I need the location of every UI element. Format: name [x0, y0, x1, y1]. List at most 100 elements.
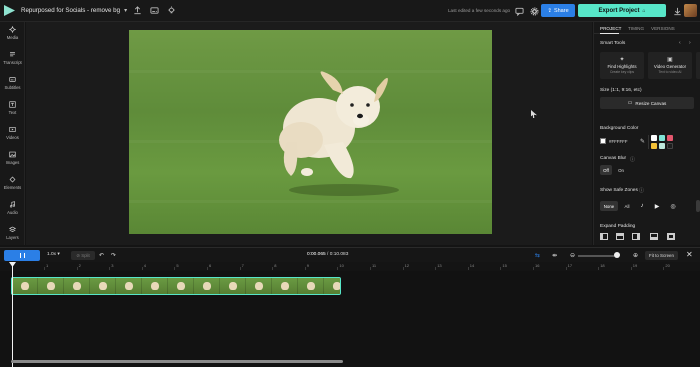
- upload-icon[interactable]: [130, 4, 144, 18]
- speed-select[interactable]: 1.0x ▾: [47, 252, 60, 257]
- video-preview[interactable]: [129, 30, 492, 234]
- export-project-button[interactable]: Export Project ⌂: [578, 4, 666, 17]
- share-button[interactable]: ⇪ Share: [541, 4, 575, 17]
- blur-off-option[interactable]: Off: [600, 165, 612, 175]
- sidebar-item-label: Media: [6, 35, 19, 40]
- sidebar-item-label: Transcript: [3, 60, 22, 65]
- zoom-out-icon[interactable]: ⊖: [570, 252, 575, 259]
- swatch-white[interactable]: [651, 135, 657, 141]
- top-bar: Repurposed for Socials - remove bg ▾ Las…: [0, 0, 700, 22]
- ruler-tick-mark: [141, 267, 143, 270]
- chevron-right-icon[interactable]: ›: [689, 40, 691, 46]
- sidebar-item-audio[interactable]: Audio: [0, 201, 25, 215]
- swatch-teal[interactable]: [659, 135, 665, 141]
- panel-scrollbar[interactable]: [696, 200, 700, 212]
- hex-color-field[interactable]: #FFFFFF: [600, 136, 630, 146]
- divider: [648, 135, 649, 149]
- ruler-tick-label: 2: [78, 263, 81, 268]
- settings-gear-icon[interactable]: [527, 4, 541, 18]
- zoom-slider-handle[interactable]: [614, 252, 620, 258]
- info-icon[interactable]: ⓘ: [630, 156, 635, 163]
- sidebar-item-label: Images: [5, 160, 20, 165]
- tab-timing[interactable]: TIMING: [628, 26, 644, 31]
- timeline-ruler[interactable]: 1 2 3 4 5 6 7 8 9 10 11 12 13 14 15 16 17 18 19 20: [0, 262, 700, 271]
- swatch-black[interactable]: [667, 143, 673, 149]
- swatch-mint[interactable]: [659, 143, 665, 149]
- next-card-peek[interactable]: [696, 52, 700, 79]
- undo-icon[interactable]: ↶: [99, 252, 104, 259]
- puppy-thumbnail-image: [281, 282, 289, 290]
- zoom-slider-track[interactable]: [578, 255, 618, 257]
- lightbulb-icon[interactable]: [164, 4, 178, 18]
- clip-thumbnail: [220, 278, 246, 294]
- swatch-red[interactable]: [667, 135, 673, 141]
- redo-icon[interactable]: ↷: [111, 252, 116, 259]
- video-clip[interactable]: [11, 277, 341, 295]
- ruler-tick-mark: [598, 267, 600, 270]
- tab-project[interactable]: PROJECT: [600, 26, 621, 31]
- timeline-scrollbar[interactable]: [11, 360, 343, 363]
- sidebar-item-images[interactable]: Images: [0, 151, 25, 165]
- app-logo-icon[interactable]: [4, 5, 15, 16]
- sidebar-item-transcript[interactable]: Transcript: [0, 51, 25, 65]
- eyedropper-icon[interactable]: ✎: [640, 138, 645, 145]
- ruler-tick-mark: [402, 267, 404, 270]
- video-generator-card[interactable]: ▣ Video Generator Text to video AI: [648, 52, 692, 79]
- clip-thumbnail: [12, 278, 38, 294]
- split-icon: ⊘: [76, 252, 80, 258]
- subtitles-toggle-icon[interactable]: [147, 4, 161, 18]
- pad-bottom-icon[interactable]: [650, 233, 658, 240]
- playhead[interactable]: [12, 263, 13, 367]
- project-title[interactable]: Repurposed for Socials - remove bg: [21, 7, 120, 14]
- sidebar-item-text[interactable]: Text: [0, 101, 25, 115]
- sidebar-item-media[interactable]: Media: [0, 26, 25, 40]
- fit-timeline-icon[interactable]: ⇹: [552, 252, 557, 259]
- ruler-tick-label: 18: [600, 263, 605, 268]
- ruler-tick-mark: [565, 267, 567, 270]
- waveform-toggle-icon[interactable]: ⇆: [535, 252, 540, 259]
- text-icon: [9, 101, 16, 108]
- pad-all-icon[interactable]: [667, 233, 675, 240]
- avatar[interactable]: [684, 4, 697, 17]
- pause-icon: [19, 253, 25, 258]
- youtube-icon[interactable]: ▶: [652, 201, 662, 211]
- resize-canvas-button[interactable]: ▭ Resize Canvas: [600, 97, 694, 109]
- ruler-tick-label: 16: [535, 263, 540, 268]
- close-icon[interactable]: ✕: [686, 250, 693, 259]
- ruler-tick-label: 13: [437, 263, 442, 268]
- puppy-thumbnail-image: [177, 282, 185, 290]
- sparkle-icon: ✦: [619, 57, 625, 63]
- instagram-icon[interactable]: ◎: [668, 201, 678, 211]
- tab-versions[interactable]: VERSIONS: [651, 26, 675, 31]
- chevron-down-icon[interactable]: ▾: [124, 7, 127, 14]
- ruler-tick-mark: [207, 267, 208, 270]
- elements-icon: [9, 176, 16, 183]
- swatch-yellow[interactable]: [651, 143, 657, 149]
- comment-icon[interactable]: [512, 4, 526, 18]
- safe-zone-all[interactable]: All: [622, 201, 632, 211]
- ruler-tick-label: 5: [176, 263, 179, 268]
- blur-on-option[interactable]: On: [615, 165, 627, 175]
- layers-icon: [9, 226, 16, 232]
- split-button[interactable]: ⊘ Split: [71, 251, 95, 260]
- pause-button[interactable]: [4, 250, 40, 261]
- chevron-left-icon[interactable]: ‹: [679, 40, 681, 46]
- clip-thumbnail: [116, 278, 142, 294]
- find-highlights-card[interactable]: ✦ Find Highlights Create key clips: [600, 52, 644, 79]
- puppy-thumbnail-image: [229, 282, 237, 290]
- sidebar-item-layers[interactable]: Layers: [0, 226, 25, 240]
- pad-right-icon[interactable]: [632, 233, 640, 240]
- pad-top-icon[interactable]: [616, 233, 624, 240]
- tiktok-icon[interactable]: ♪: [637, 201, 647, 211]
- pad-left-icon[interactable]: [600, 233, 608, 240]
- sidebar-item-subtitles[interactable]: Subtitles: [0, 76, 25, 90]
- fit-to-screen-button[interactable]: Fit to Screen: [645, 251, 678, 260]
- videos-icon: [9, 127, 16, 132]
- sidebar-item-elements[interactable]: Elements: [0, 176, 25, 190]
- card-subtitle: Create key clips: [609, 70, 635, 74]
- safe-zone-none[interactable]: None: [600, 201, 618, 211]
- sidebar-item-videos[interactable]: Videos: [0, 126, 25, 140]
- download-icon[interactable]: [670, 4, 684, 18]
- zoom-in-icon[interactable]: ⊕: [633, 252, 638, 259]
- info-icon[interactable]: ⓘ: [639, 187, 644, 194]
